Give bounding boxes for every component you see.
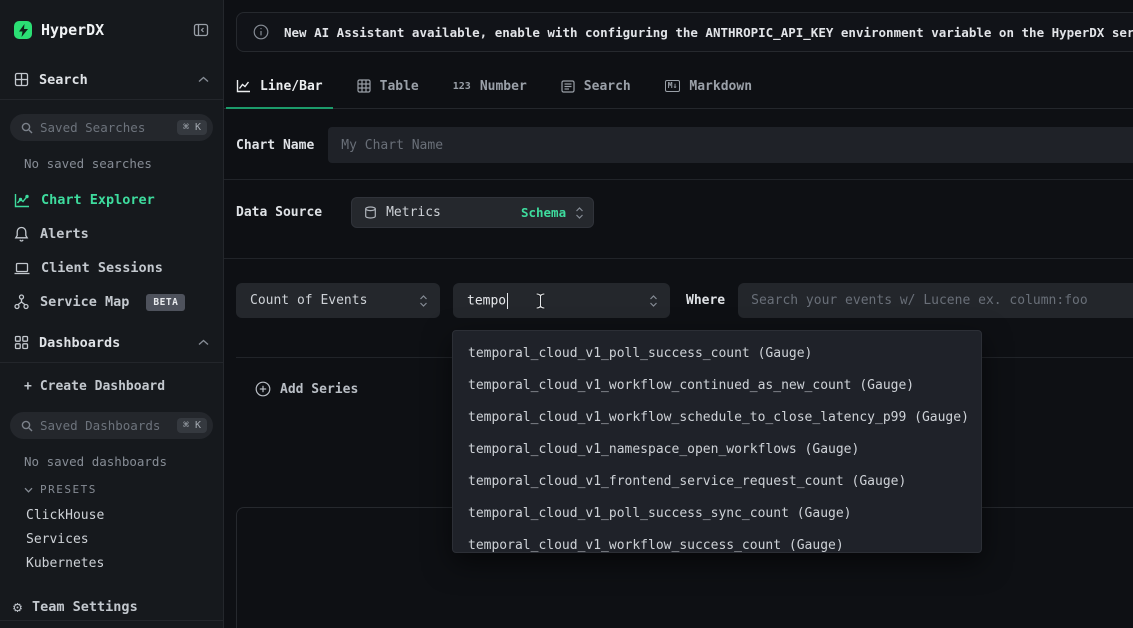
- keyboard-shortcut-badge: ⌘ K: [177, 120, 207, 135]
- database-icon: [364, 206, 377, 219]
- plus-icon: +: [24, 379, 32, 394]
- hyperdx-bolt-logo-icon: [14, 21, 32, 39]
- tab-table[interactable]: Table: [357, 72, 419, 108]
- dashboards-icon: [14, 335, 29, 350]
- metric-option[interactable]: temporal_cloud_v1_workflow_schedule_to_c…: [453, 402, 981, 434]
- gear-icon: ⚙: [13, 598, 22, 616]
- sidebar: HyperDX Search Saved Searches ⌘ K No sav…: [0, 0, 224, 628]
- search-icon: [21, 420, 33, 432]
- service-map-icon: [14, 294, 29, 310]
- sidebar-item-client-sessions[interactable]: Client Sessions: [0, 251, 223, 285]
- sidebar-item-service-map[interactable]: Service Map BETA: [0, 285, 223, 319]
- series-section: Count of Events tempo temporal_cloud_v1_…: [224, 259, 1133, 397]
- main-content: New AI Assistant available, enable with …: [224, 0, 1133, 628]
- sidebar-item-chart-explorer[interactable]: Chart Explorer: [0, 183, 223, 217]
- data-source-label: Data Source: [236, 205, 322, 220]
- preset-list: ClickHouseServicesKubernetes: [0, 504, 223, 576]
- chevron-up-icon: [198, 339, 209, 346]
- saved-dashboards-input[interactable]: Saved Dashboards ⌘ K: [10, 412, 213, 439]
- saved-searches-placeholder: Saved Searches: [40, 120, 170, 135]
- number-123-icon: 123: [453, 81, 471, 92]
- metric-search-combobox[interactable]: tempo temporal_cloud_v1_poll_success_cou…: [453, 283, 670, 318]
- chevron-updown-icon: [419, 294, 428, 308]
- bell-icon: [14, 226, 29, 242]
- search-section-icon: [14, 72, 29, 87]
- metric-option[interactable]: temporal_cloud_v1_workflow_continued_as_…: [453, 370, 981, 402]
- no-saved-dashboards-text: No saved dashboards: [0, 439, 223, 469]
- app-title: HyperDX: [41, 21, 193, 39]
- where-label: Where: [686, 293, 725, 308]
- saved-dashboards-placeholder: Saved Dashboards: [40, 418, 170, 433]
- data-source-row: Data Source Metrics Schema: [224, 180, 1133, 259]
- app-logo-row: HyperDX: [0, 0, 223, 39]
- aggregation-select[interactable]: Count of Events: [236, 283, 440, 318]
- tab-number[interactable]: 123 Number: [453, 72, 527, 108]
- tab-line-bar[interactable]: Line/Bar: [236, 72, 323, 108]
- preset-item[interactable]: Services: [0, 528, 223, 552]
- no-saved-searches-text: No saved searches: [0, 141, 223, 171]
- info-icon: [253, 24, 269, 40]
- data-source-value: Metrics: [386, 205, 512, 220]
- metric-option[interactable]: temporal_cloud_v1_poll_success_count (Ga…: [453, 338, 981, 370]
- data-source-select[interactable]: Metrics Schema: [351, 197, 594, 228]
- chevron-updown-icon: [575, 206, 584, 220]
- sidebar-section-dashboards[interactable]: Dashboards: [0, 323, 223, 363]
- chevron-up-icon: [198, 76, 209, 83]
- ai-assistant-banner: New AI Assistant available, enable with …: [236, 12, 1133, 52]
- chart-name-label: Chart Name: [236, 138, 314, 153]
- preset-item[interactable]: Kubernetes: [0, 552, 223, 576]
- markdown-icon: M↓: [665, 80, 681, 92]
- sidebar-collapse-icon[interactable]: [193, 22, 209, 38]
- plus-circle-icon: [255, 381, 271, 397]
- chart-type-tabs: Line/Bar Table 123 Number Search M↓ Mark…: [224, 72, 1133, 109]
- sidebar-section-search[interactable]: Search: [0, 60, 223, 100]
- chart-name-input[interactable]: [328, 127, 1133, 163]
- metric-option[interactable]: temporal_cloud_v1_poll_success_sync_coun…: [453, 498, 981, 530]
- banner-text: New AI Assistant available, enable with …: [284, 25, 1133, 40]
- saved-searches-input[interactable]: Saved Searches ⌘ K: [10, 114, 213, 141]
- where-lucene-input[interactable]: [738, 283, 1133, 318]
- metric-input-value: tempo: [467, 293, 506, 308]
- create-dashboard-button[interactable]: + Create Dashboard: [0, 379, 223, 394]
- sidebar-item-alerts[interactable]: Alerts: [0, 217, 223, 251]
- tab-search[interactable]: Search: [561, 72, 631, 108]
- laptop-icon: [14, 261, 30, 276]
- chart-explorer-icon: [14, 193, 30, 208]
- metric-option[interactable]: temporal_cloud_v1_namespace_open_workflo…: [453, 434, 981, 466]
- document-lines-icon: [561, 80, 575, 93]
- search-icon: [21, 122, 33, 134]
- presets-toggle[interactable]: PRESETS: [0, 483, 223, 496]
- tab-markdown[interactable]: M↓ Markdown: [665, 72, 752, 108]
- metric-option[interactable]: temporal_cloud_v1_frontend_service_reque…: [453, 466, 981, 498]
- series-row: Count of Events tempo temporal_cloud_v1_…: [236, 283, 1133, 318]
- add-series-button[interactable]: Add Series: [236, 358, 358, 397]
- schema-link[interactable]: Schema: [521, 205, 566, 220]
- chevron-down-icon: [24, 487, 33, 493]
- metric-options-dropdown: temporal_cloud_v1_poll_success_count (Ga…: [452, 330, 982, 553]
- aggregation-value: Count of Events: [250, 293, 419, 308]
- team-settings-button[interactable]: ⚙ Team Settings: [0, 598, 223, 616]
- preset-item[interactable]: ClickHouse: [0, 504, 223, 528]
- keyboard-shortcut-badge: ⌘ K: [177, 418, 207, 433]
- table-icon: [357, 79, 371, 93]
- chevron-updown-icon: [649, 294, 658, 308]
- text-caret: [507, 293, 508, 309]
- metric-option[interactable]: temporal_cloud_v1_workflow_success_count…: [453, 530, 981, 553]
- beta-badge: BETA: [146, 294, 185, 311]
- chart-name-row: Chart Name: [224, 109, 1133, 180]
- sidebar-nav: Chart Explorer Alerts Client Sessions Se…: [0, 183, 223, 319]
- sidebar-footer-divider: [0, 620, 223, 621]
- line-chart-icon: [236, 79, 251, 93]
